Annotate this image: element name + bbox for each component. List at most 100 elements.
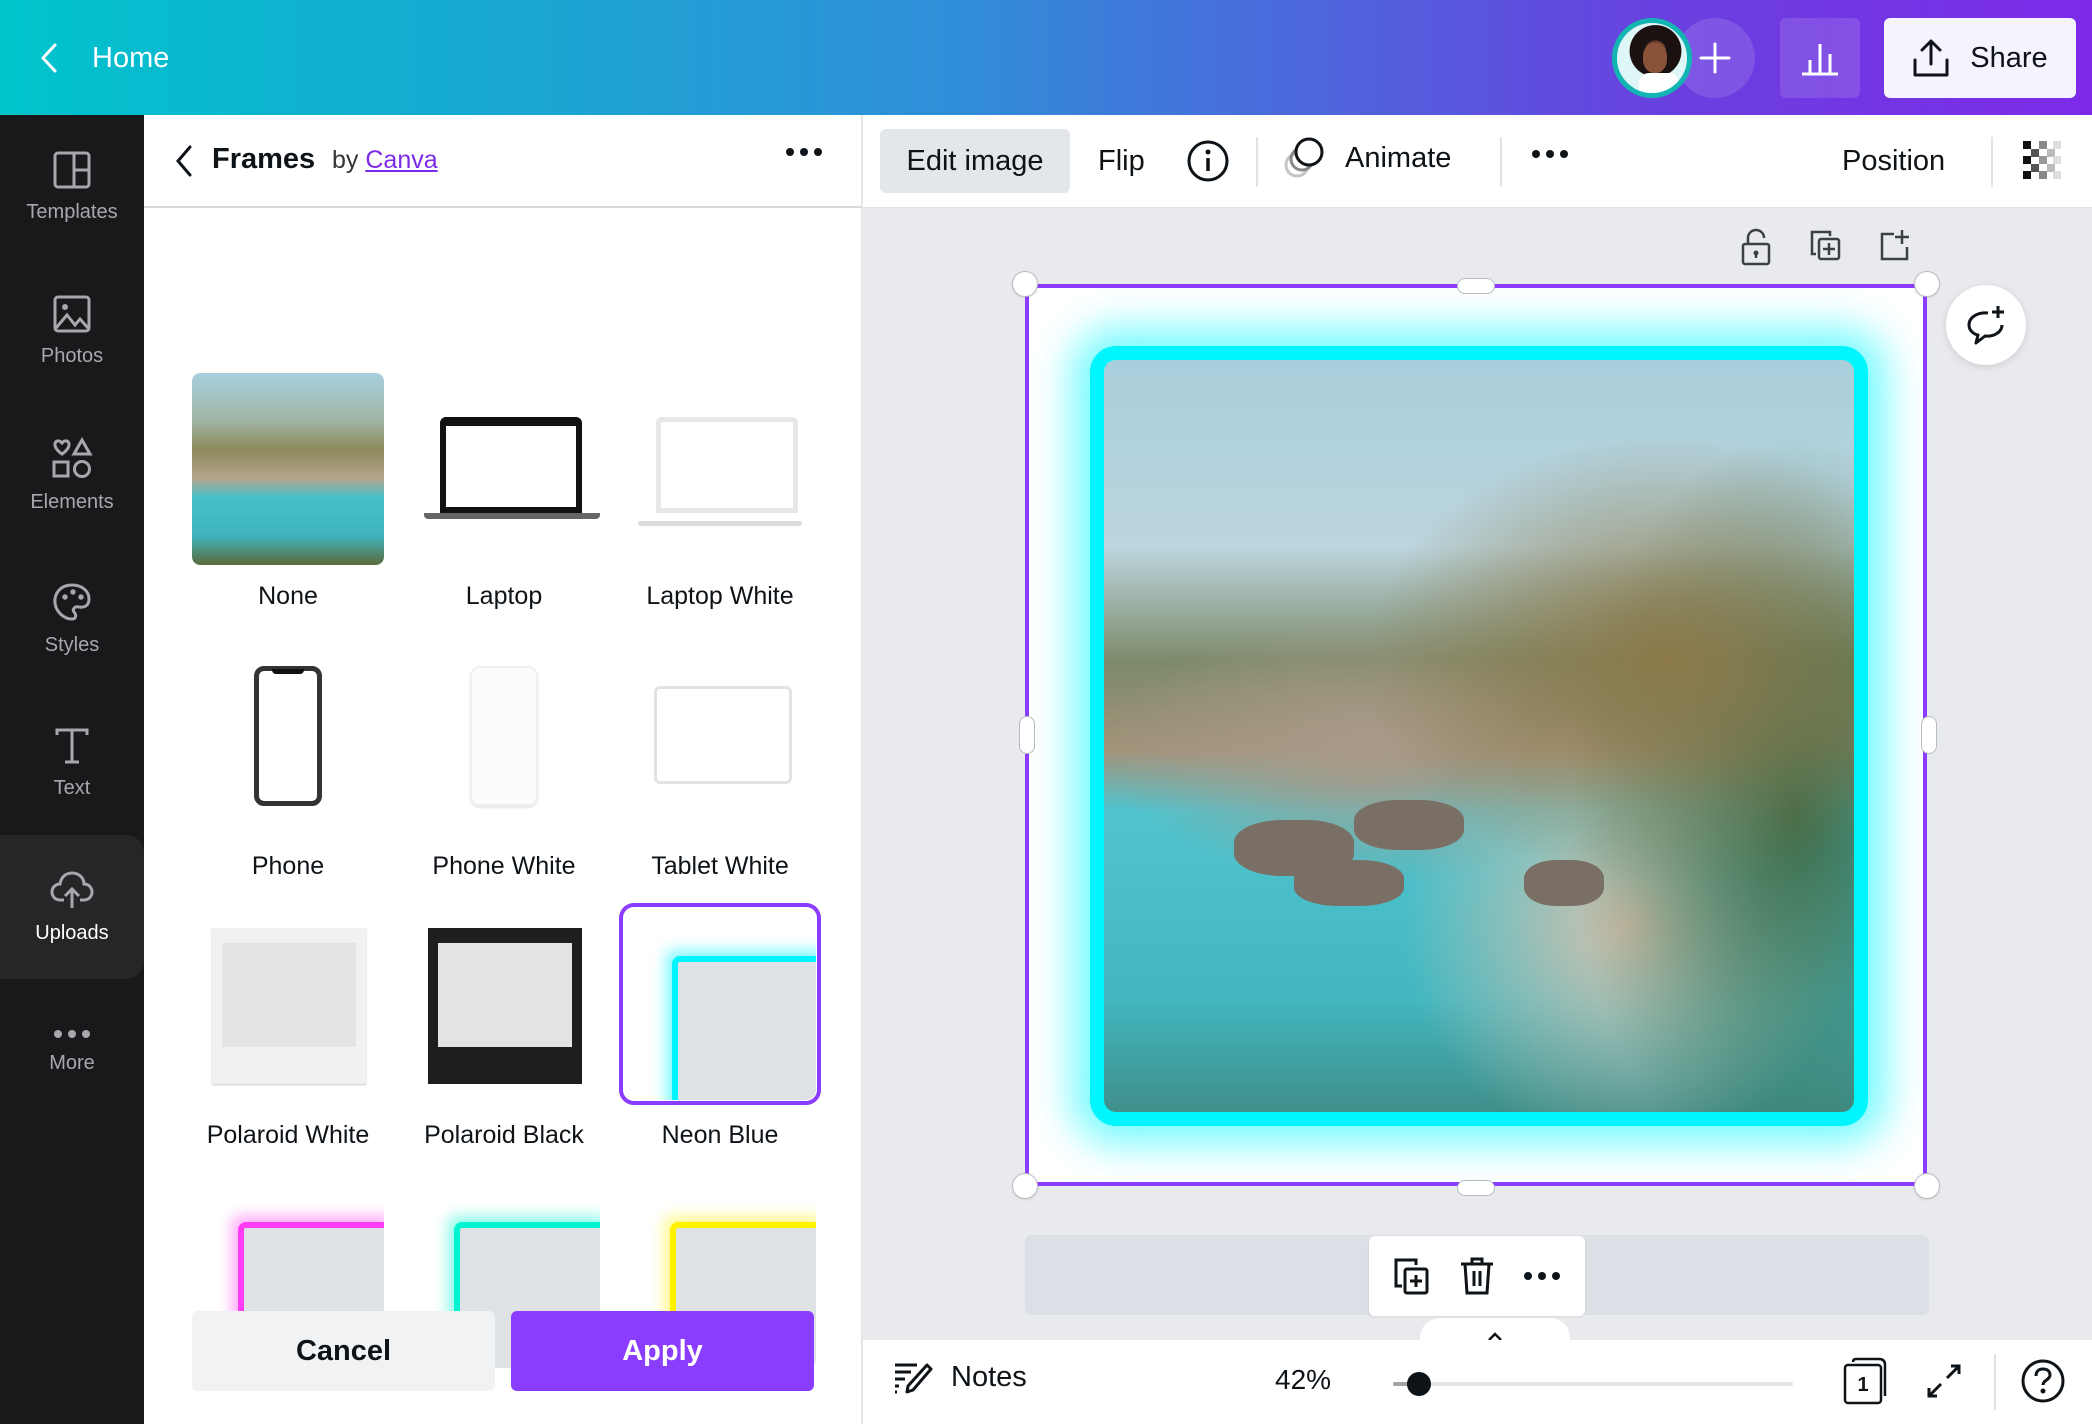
info-button[interactable] xyxy=(1186,139,1230,188)
info-icon xyxy=(1187,140,1229,182)
share-button[interactable]: Share xyxy=(1884,18,2076,98)
edit-image-button[interactable]: Edit image xyxy=(880,129,1070,193)
page-count-button[interactable]: 1 xyxy=(1841,1356,1891,1411)
home-button[interactable]: Home xyxy=(40,30,169,86)
zoom-slider[interactable] xyxy=(1393,1372,1793,1396)
sidebar-label: Photos xyxy=(40,344,104,367)
notes-icon xyxy=(895,1363,933,1394)
frame-tile-neon-blue[interactable] xyxy=(619,903,821,1105)
resize-handle-top-left[interactable] xyxy=(1013,272,1037,296)
sidebar-item-photos[interactable]: Photos xyxy=(0,259,144,403)
pages-icon: 1 xyxy=(1843,1357,1887,1405)
sidebar-label: Templates xyxy=(26,200,118,223)
laptop-white-base xyxy=(638,521,802,526)
rock xyxy=(1354,800,1464,850)
notes-button[interactable]: Notes xyxy=(893,1360,1027,1394)
frames-panel: Frames by Canva None Laptop Laptop White xyxy=(144,115,862,1424)
frame-label: Polaroid White xyxy=(206,1121,370,1149)
page-tools xyxy=(1740,228,1912,271)
toolbar-divider xyxy=(1500,137,1502,187)
frame-label: Phone xyxy=(251,852,325,880)
flip-button[interactable]: Flip xyxy=(1098,145,1145,178)
cloud-upload-icon xyxy=(50,870,94,908)
resize-handle-top[interactable] xyxy=(1458,279,1494,293)
upload-icon xyxy=(1913,39,1949,77)
frame-label: None xyxy=(258,582,318,610)
neon-blue-frame[interactable] xyxy=(1090,346,1868,1126)
sidebar-label: Text xyxy=(53,776,91,799)
canva-link[interactable]: Canva xyxy=(365,146,437,174)
sidebar-item-more[interactable]: More xyxy=(0,979,144,1123)
frame-tile-none[interactable] xyxy=(192,373,384,565)
fullscreen-button[interactable] xyxy=(1925,1362,1963,1405)
apply-button[interactable]: Apply xyxy=(511,1311,814,1391)
add-page-button[interactable] xyxy=(1878,228,1912,271)
add-page-icon xyxy=(1880,230,1909,261)
animate-icon xyxy=(1284,137,1324,178)
sidebar-label: Uploads xyxy=(35,921,109,944)
frame-tile-polaroid-black[interactable] xyxy=(408,908,600,1100)
laptop-icon xyxy=(440,417,582,513)
frame-tile-phone[interactable] xyxy=(192,638,384,830)
rock xyxy=(1524,860,1604,906)
laptop-base xyxy=(424,513,600,519)
frame-tile-laptop-white[interactable] xyxy=(624,373,816,565)
animate-button[interactable]: Animate xyxy=(1283,135,1451,181)
palette-icon xyxy=(53,582,91,621)
frame-tile-polaroid-white[interactable] xyxy=(192,908,384,1100)
sidebar-item-templates[interactable]: Templates xyxy=(0,115,144,259)
panel-header: Frames by Canva xyxy=(144,115,862,208)
duplicate-page-button[interactable] xyxy=(1808,228,1842,271)
sidebar-item-text[interactable]: Text xyxy=(0,691,144,835)
collapse-pages-tab[interactable] xyxy=(1420,1318,1570,1342)
page-count: 1 xyxy=(1857,1374,1868,1396)
sidebar-item-styles[interactable]: Styles xyxy=(0,547,144,691)
zoom-level[interactable]: 42% xyxy=(1275,1364,1331,1396)
frame-tile-phone-white[interactable] xyxy=(408,638,600,830)
more-horizontal-icon xyxy=(1532,150,1568,158)
transparency-button[interactable] xyxy=(2021,139,2063,186)
analytics-button[interactable] xyxy=(1780,18,1860,98)
panel-more-button[interactable] xyxy=(784,145,824,163)
phone-notch xyxy=(272,669,304,674)
unlock-icon xyxy=(1741,228,1771,266)
animate-label: Animate xyxy=(1345,141,1452,174)
resize-handle-bottom-right[interactable] xyxy=(1915,1174,1939,1198)
duplicate-button[interactable] xyxy=(1392,1256,1432,1296)
page-more-button[interactable] xyxy=(1522,1270,1562,1282)
resize-handle-top-right[interactable] xyxy=(1915,272,1939,296)
polaroid-white-photo xyxy=(222,943,356,1047)
sidebar-item-uploads[interactable]: Uploads xyxy=(0,835,144,979)
resize-handle-bottom[interactable] xyxy=(1458,1181,1494,1195)
lock-button[interactable] xyxy=(1740,228,1772,271)
phone-icon xyxy=(254,666,322,806)
help-icon xyxy=(2021,1359,2065,1403)
sidebar-item-elements[interactable]: Elements xyxy=(0,403,144,547)
position-button[interactable]: Position xyxy=(1842,145,1945,178)
add-comment-button[interactable] xyxy=(1946,285,2026,365)
delete-button[interactable] xyxy=(1459,1256,1495,1296)
page-actions xyxy=(1369,1236,1585,1316)
resize-handle-bottom-left[interactable] xyxy=(1013,1174,1037,1198)
more-horizontal-icon xyxy=(786,148,822,156)
avatar-face xyxy=(1643,43,1667,73)
user-avatar[interactable] xyxy=(1612,18,1692,98)
comment-plus-icon xyxy=(1967,306,2004,345)
notes-label: Notes xyxy=(951,1360,1027,1393)
frame-tile-tablet-white[interactable] xyxy=(624,638,816,830)
resize-handle-right[interactable] xyxy=(1922,717,1936,753)
zoom-slider-thumb[interactable] xyxy=(1407,1372,1432,1396)
plus-icon xyxy=(1699,42,1731,74)
templates-icon xyxy=(53,151,91,188)
panel-back-button[interactable] xyxy=(174,143,194,184)
toolbar-more-button[interactable] xyxy=(1530,147,1570,165)
transparency-icon xyxy=(2023,141,2061,179)
trash-icon xyxy=(1460,1257,1493,1295)
help-button[interactable] xyxy=(2020,1358,2066,1409)
sidebar: Templates Photos Elements Styles Text Up… xyxy=(0,115,144,1424)
bottombar-divider xyxy=(1994,1354,1996,1410)
cancel-button[interactable]: Cancel xyxy=(192,1311,495,1391)
resize-handle-left[interactable] xyxy=(1020,717,1034,753)
expand-icon xyxy=(1927,1364,1961,1398)
frame-tile-laptop[interactable] xyxy=(408,373,600,565)
